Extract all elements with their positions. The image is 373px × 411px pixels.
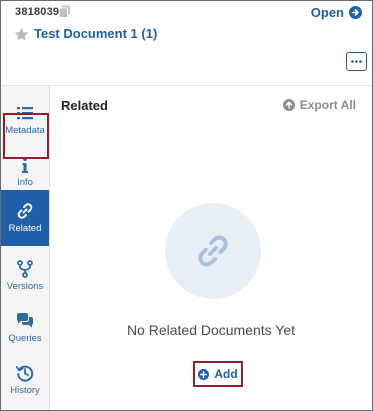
copy-icon[interactable]	[59, 5, 71, 18]
add-related-button[interactable]: Add	[193, 361, 243, 387]
more-options-button[interactable]	[346, 52, 367, 71]
plus-circle-icon	[198, 368, 210, 380]
star-icon[interactable]	[14, 27, 29, 42]
list-icon	[17, 107, 33, 120]
ellipsis-icon	[351, 60, 362, 63]
sidebar-item-label: Versions	[6, 281, 44, 292]
sidebar-item-label: Related	[8, 223, 42, 234]
sidebar-item-queries[interactable]: Queries	[1, 302, 49, 354]
sidebar-item-metadata[interactable]: Metadata	[1, 94, 49, 146]
sidebar-item-related[interactable]: Related	[1, 190, 49, 246]
sidebar-item-versions[interactable]: Versions	[1, 250, 49, 302]
export-all-button[interactable]: Export All	[282, 98, 356, 112]
document-id: 3818039	[15, 6, 60, 18]
sidebar-item-label: History	[10, 385, 40, 396]
add-label: Add	[214, 367, 238, 381]
history-icon	[16, 365, 34, 382]
open-label: Open	[310, 5, 344, 20]
upload-circle-icon	[282, 99, 295, 111]
empty-state-illustration	[165, 203, 261, 299]
export-all-label: Export All	[299, 98, 356, 112]
arrow-right-circle-icon	[349, 6, 362, 19]
info-icon	[22, 157, 28, 173]
sidebar-item-label: Metadata	[5, 125, 45, 136]
chat-bubbles-icon	[17, 313, 33, 328]
panel-title: Related	[61, 98, 108, 113]
sidebar-item-history[interactable]: History	[1, 354, 49, 406]
sidebar-item-label: Info	[17, 177, 33, 188]
sidebar-item-label: Queries	[8, 333, 42, 344]
link-icon	[198, 235, 228, 267]
document-header: 3818039 Open Test Document 1 (1)	[1, 1, 372, 86]
open-link[interactable]: Open	[311, 5, 362, 20]
document-title: Test Document 1 (1)	[34, 26, 158, 41]
link-icon	[17, 203, 33, 219]
empty-state-message: No Related Documents Yet	[126, 322, 296, 338]
sidebar-nav: Metadata Info Related Versions Queries H…	[1, 86, 50, 410]
branch-icon	[17, 260, 33, 278]
document-panel: 3818039 Open Test Document 1 (1) Metadat…	[0, 0, 373, 411]
